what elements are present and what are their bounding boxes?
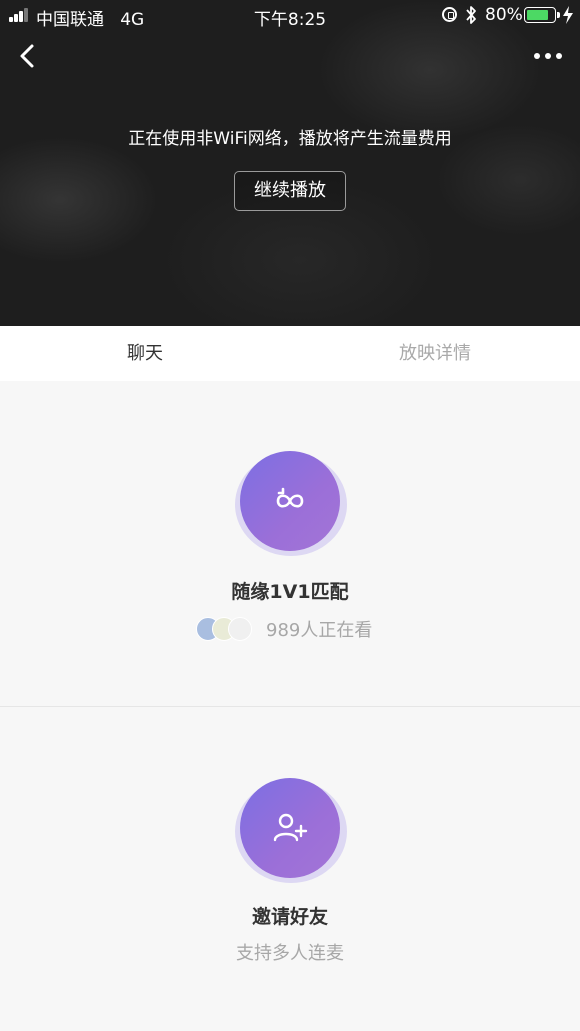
battery-icon bbox=[524, 7, 560, 23]
invite-friends-card[interactable]: 邀请好友 支持多人连麦 bbox=[0, 708, 580, 1031]
random-match-button[interactable] bbox=[235, 451, 347, 556]
tab-screening-details[interactable]: 放映详情 bbox=[290, 326, 580, 381]
more-dots-icon[interactable] bbox=[530, 48, 566, 64]
add-user-icon bbox=[273, 813, 308, 842]
continue-play-button[interactable]: 继续播放 bbox=[234, 171, 346, 211]
invite-friends-button[interactable] bbox=[235, 778, 347, 883]
watching-count: 989人正在看 bbox=[266, 620, 373, 641]
viewer-avatars bbox=[196, 617, 260, 643]
status-bar: 中国联通 4G 下午8:25 80% bbox=[0, 0, 580, 30]
data-usage-notice: 正在使用非WiFi网络，播放将产生流量费用 bbox=[128, 129, 452, 149]
bluetooth-icon bbox=[466, 6, 476, 24]
video-player[interactable]: 中国联通 4G 下午8:25 80% 正在使用非WiFi网络，播放将产生流量费用… bbox=[0, 0, 580, 326]
random-match-card[interactable]: 随缘1V1匹配 989人正在看 bbox=[0, 381, 580, 707]
invite-friends-subtitle: 支持多人连麦 bbox=[236, 943, 344, 964]
orientation-lock-icon bbox=[442, 7, 457, 22]
chevron-left-icon[interactable] bbox=[16, 42, 40, 70]
infinity-loop-icon bbox=[276, 487, 304, 508]
invite-friends-title: 邀请好友 bbox=[251, 906, 328, 928]
avatar bbox=[228, 617, 252, 641]
battery-percent: 80% bbox=[485, 5, 523, 25]
charging-icon bbox=[563, 6, 573, 24]
random-match-title: 随缘1V1匹配 bbox=[231, 581, 349, 603]
tab-chat[interactable]: 聊天 bbox=[0, 326, 290, 381]
tab-bar: 聊天 放映详情 bbox=[0, 326, 580, 381]
